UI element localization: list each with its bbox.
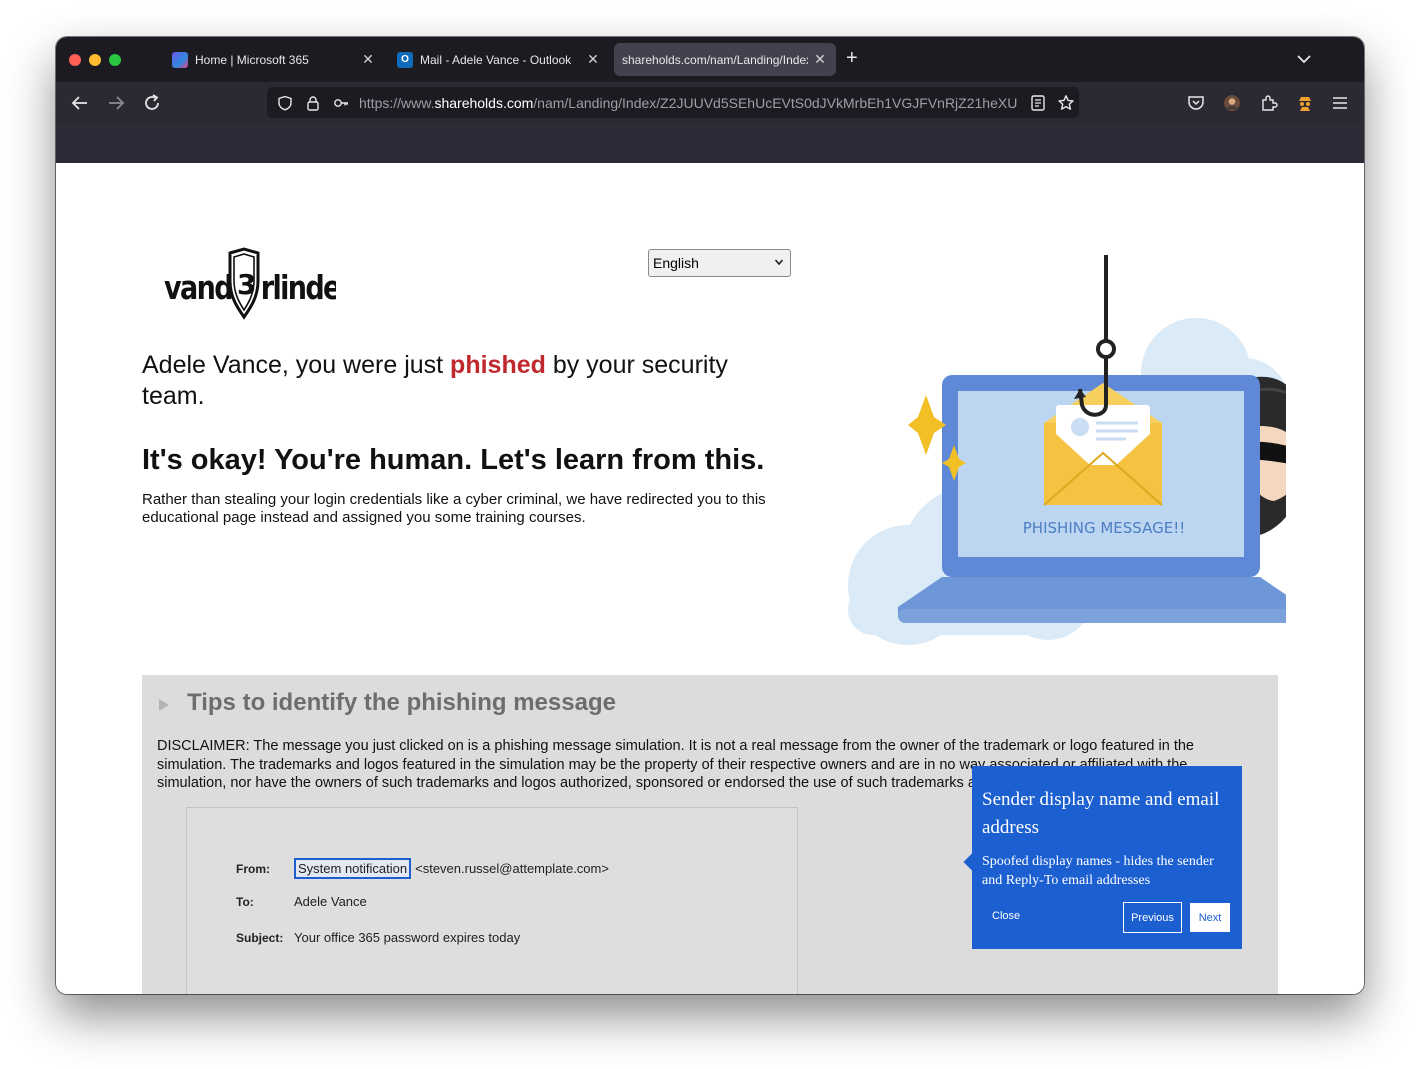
sender-display-name[interactable]: System notification (294, 858, 412, 879)
forward-icon[interactable] (105, 92, 127, 114)
menu-icon[interactable] (1330, 93, 1350, 113)
popover-title: Sender display name and email address (982, 789, 1220, 838)
popover-body: Spoofed display names - hides the sender… (982, 854, 1214, 888)
tab-title: Home | Microsoft 365 (195, 52, 309, 67)
language-select[interactable]: English (648, 249, 791, 277)
close-icon[interactable]: ✕ (808, 51, 832, 68)
headline-before: Adele Vance, you were just (142, 351, 451, 379)
language-select-value: English (653, 255, 699, 271)
url-text[interactable]: https://www.shareholds.com/nam/Landing/I… (359, 95, 1021, 111)
tab-outlook[interactable]: O Mail - Adele Vance - Outlook ✕ (387, 43, 609, 76)
tips-title[interactable]: Tips to identify the phishing message (187, 689, 616, 717)
back-icon[interactable] (69, 92, 91, 114)
headline: Adele Vance, you were just phished by yo… (142, 350, 782, 412)
key-icon[interactable] (333, 95, 349, 111)
tab-title: shareholds.com/nam/Landing/Index/ (622, 52, 808, 67)
chevron-down-icon (774, 259, 784, 266)
close-icon[interactable]: ✕ (581, 51, 605, 68)
outlook-icon: O (397, 51, 413, 68)
shield-icon[interactable] (277, 95, 293, 111)
phishing-illustration: PHISHING MESSAGE!! (848, 255, 1286, 645)
headline-highlight: phished (450, 351, 546, 379)
tab-title: Mail - Adele Vance - Outlook (420, 52, 572, 67)
tip-popover: Sender display name and email address Sp… (963, 766, 1242, 949)
url-domain: shareholds.com (434, 94, 534, 111)
profile-avatar-icon[interactable] (1222, 93, 1242, 113)
intro-text: Rather than stealing your login credenti… (142, 491, 766, 526)
microsoft-365-icon (172, 51, 188, 68)
page-header-band (56, 123, 1364, 163)
email-from-row: From: System notification <steven.russel… (236, 858, 609, 879)
lock-icon[interactable] (305, 95, 321, 111)
sender-address: <steven.russel@attemplate.com> (415, 861, 609, 876)
bookmark-star-icon[interactable] (1057, 94, 1075, 112)
to-label: To: (236, 894, 254, 909)
navigation-bar: https://www.shareholds.com/nam/Landing/I… (56, 82, 1364, 123)
email-preview-card: From: System notification <steven.russel… (186, 807, 798, 994)
expand-arrow-icon[interactable] (158, 698, 170, 712)
tab-microsoft-365[interactable]: Home | Microsoft 365 ✕ (162, 43, 384, 76)
spy-extension-icon[interactable] (1295, 93, 1315, 113)
url-prefix: https://www. (359, 94, 435, 111)
address-bar[interactable]: https://www.shareholds.com/nam/Landing/I… (267, 87, 1079, 118)
pocket-icon[interactable] (1186, 93, 1206, 113)
url-path: /nam/Landing/Index/Z2JUUVd5SEhUcEVtS0dJV… (533, 94, 1018, 111)
email-to-row: To: Adele Vance (236, 894, 367, 909)
svg-text:rlinden: rlinden (261, 269, 336, 307)
minimize-window-button[interactable] (89, 54, 101, 66)
reader-view-icon[interactable] (1029, 94, 1047, 112)
subject-value: Your office 365 password expires today (294, 930, 521, 945)
chevron-down-icon[interactable] (1294, 51, 1314, 67)
tab-strip: Home | Microsoft 365 ✕ O Mail - Adele Va… (56, 37, 1364, 82)
popover-previous-button[interactable]: Previous (1123, 902, 1182, 933)
from-label: From: (236, 861, 270, 876)
extensions-icon[interactable] (1259, 93, 1279, 113)
new-tab-button[interactable]: + (846, 48, 858, 68)
browser-window: Home | Microsoft 365 ✕ O Mail - Adele Va… (56, 37, 1364, 994)
subject-label: Subject: (236, 930, 284, 945)
illustration-caption: PHISHING MESSAGE!! (1023, 519, 1185, 537)
zoom-window-button[interactable] (109, 54, 121, 66)
popover-close-button[interactable]: Close (992, 910, 1020, 922)
email-subject-row: Subject: Your office 365 password expire… (236, 930, 520, 945)
svg-text:vand: vand (164, 269, 232, 307)
company-logo: vand 3 rlinden (164, 247, 336, 320)
reload-icon[interactable] (141, 92, 163, 114)
svg-text:3: 3 (237, 268, 256, 301)
popover-next-button[interactable]: Next (1190, 903, 1230, 932)
close-icon[interactable]: ✕ (356, 51, 380, 68)
close-window-button[interactable] (69, 54, 81, 66)
to-value: Adele Vance (294, 894, 367, 909)
subheadline: It's okay! You're human. Let's learn fro… (142, 444, 765, 476)
tab-shareholds[interactable]: shareholds.com/nam/Landing/Index/ ✕ (614, 43, 836, 76)
